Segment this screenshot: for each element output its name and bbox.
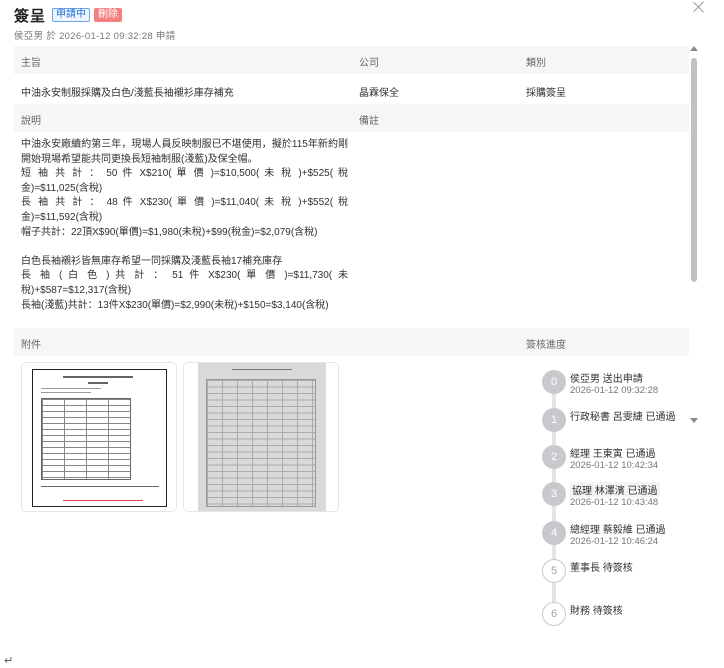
scroll-up-arrow-icon[interactable] xyxy=(690,46,698,51)
dialog-header: 簽呈 申請中 刪除 侯亞男 於 2026-01-12 09:32:28 申請 xyxy=(14,6,684,43)
step-text: 侯亞男 送出申請 xyxy=(570,374,643,385)
step-text: 董事長 待簽核 xyxy=(570,563,633,574)
title-row: 簽呈 申請中 刪除 xyxy=(14,6,684,25)
doc-text-line xyxy=(41,486,159,487)
progress-label: 簽核進度 xyxy=(526,340,566,351)
step-time: 2026-01-12 09:32:28 xyxy=(570,385,659,396)
step-number: 6 xyxy=(542,602,566,626)
description-line: 中油永安廠續約第三年，現場人員反映制服已不堪使用，擬於115年新約剛開始現場希望… xyxy=(21,139,348,165)
step-number: 0 xyxy=(542,370,566,394)
description-header-row: 說明 備註 xyxy=(14,104,689,132)
doc-footer-line xyxy=(63,500,143,501)
vertical-scrollbar[interactable] xyxy=(690,46,698,426)
step-number: 3 xyxy=(542,482,566,506)
step-number: 5 xyxy=(542,559,566,583)
step-number: 2 xyxy=(542,445,566,469)
doc-text-line xyxy=(41,388,101,389)
description-line: 長 袖 ( 白 色 ) 共 計 ： 51 件 X$230( 單 價 )=$11,… xyxy=(21,270,348,296)
delete-button[interactable]: 刪除 xyxy=(94,8,123,22)
description-line: 帽子共計：22頂X$90(單價)=$1,980(未稅)+$99(稅金)=$2,0… xyxy=(21,226,318,238)
doc-title-line xyxy=(63,376,133,378)
page-title: 簽呈 xyxy=(14,7,47,25)
step-time: 2026-01-12 10:42:34 xyxy=(570,460,659,471)
step-text: 經理 王東寅 已通過 xyxy=(570,449,656,460)
description-label: 說明 xyxy=(21,116,41,127)
doc-text-line xyxy=(41,392,91,393)
step-number: 1 xyxy=(542,408,566,432)
attachment-photo-image xyxy=(198,363,326,511)
description-line: 長袖(淺藍)共計：13件X$230(單價)=$2,990(未稅)+$150=$3… xyxy=(21,299,329,311)
scroll-down-arrow-icon[interactable] xyxy=(690,418,698,423)
step-time: 2026-01-12 10:46:24 xyxy=(570,536,659,547)
attachment-document-image xyxy=(32,369,167,507)
attachment-header-row: 附件 簽核進度 xyxy=(14,328,689,356)
attachment-thumbnail-1[interactable] xyxy=(21,362,177,512)
doc-title-line xyxy=(232,369,292,370)
step-text: 行政秘書 呂雯緁 已通過 xyxy=(570,412,676,423)
info-header-row: 主旨 公司 類別 xyxy=(14,46,689,74)
description-line: 白色長袖襯衫皆無庫存希望一同採購及淺藍長袖17補充庫存 xyxy=(21,255,283,267)
attachment-label: 附件 xyxy=(21,340,41,351)
close-icon[interactable] xyxy=(692,0,706,14)
description-line: 長 袖 共 計 ： 48 件 X$230( 單 價 )=$11,040( 未 稅… xyxy=(21,197,348,223)
attachment-thumbnail-2[interactable] xyxy=(183,362,339,512)
step-time: 2026-01-12 10:43:48 xyxy=(570,497,659,508)
doc-table xyxy=(206,379,316,507)
description-line: 短 袖 共 計 ： 50 件 X$210( 單 價 )=$10,500( 未 稅… xyxy=(21,168,348,194)
company-label: 公司 xyxy=(359,58,379,69)
applicant-info: 侯亞男 於 2026-01-12 09:32:28 申請 xyxy=(14,31,176,42)
company-value: 晶霖保全 xyxy=(359,88,399,99)
return-symbol: ↵ xyxy=(4,655,14,667)
description-text: 中油永安廠續約第三年，現場人員反映制服已不堪使用，擬於115年新約剛開始現場希望… xyxy=(21,138,348,313)
remarks-label: 備註 xyxy=(359,116,379,127)
category-value: 採購簽呈 xyxy=(526,88,566,99)
step-text: 協理 林澤濱 已通過 xyxy=(570,482,660,497)
doc-title-line xyxy=(88,382,108,384)
subject-value: 中油永安制服採購及白色/淺藍長袖襯衫庫存補充 xyxy=(21,88,234,99)
scrollbar-thumb[interactable] xyxy=(691,58,697,282)
doc-table xyxy=(41,398,131,480)
step-text: 財務 待簽核 xyxy=(570,606,623,617)
status-badge: 申請中 xyxy=(52,8,91,22)
step-text: 總經理 蔡毅維 已通過 xyxy=(570,525,666,536)
subject-label: 主旨 xyxy=(21,58,41,69)
detail-content: 主旨 公司 類別 中油永安制服採購及白色/淺藍長袖襯衫庫存補充 晶霖保全 採購簽… xyxy=(14,46,689,636)
step-number: 4 xyxy=(542,521,566,545)
category-label: 類別 xyxy=(526,58,546,69)
